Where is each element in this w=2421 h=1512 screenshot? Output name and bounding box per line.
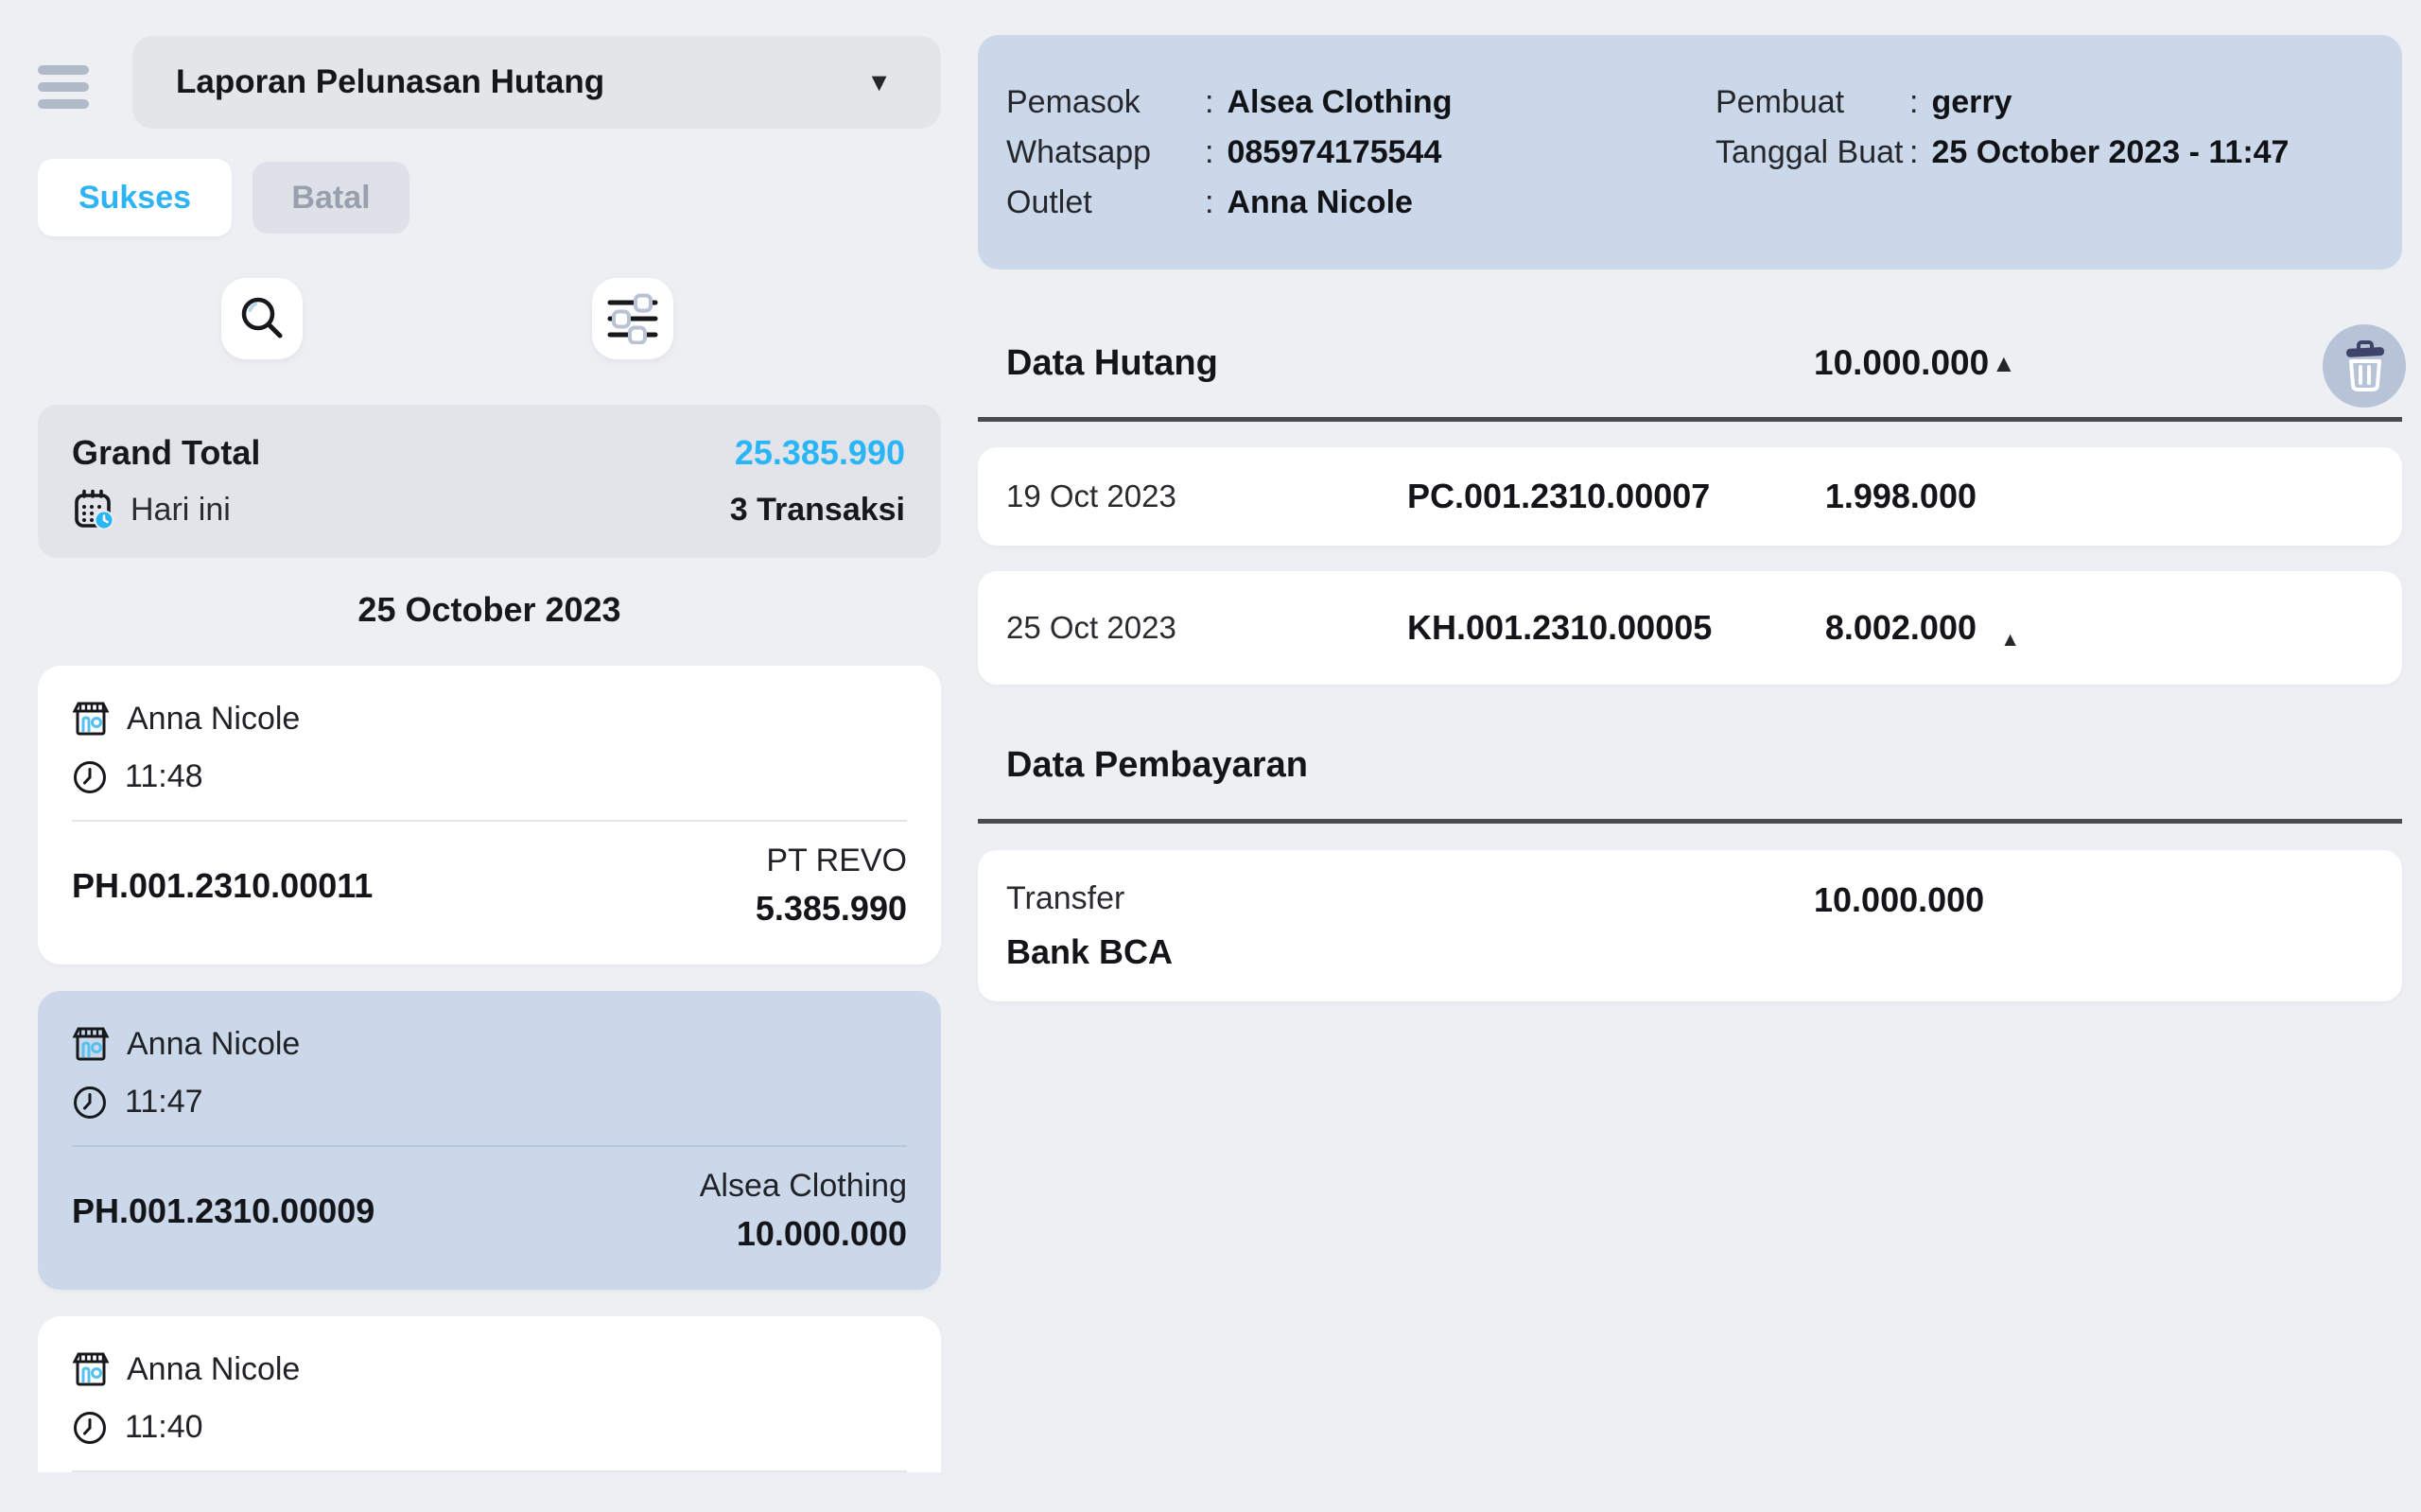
period-row: Hari ini <box>72 488 231 531</box>
payment-row: Transfer Bank BCA 10.000.000 <box>978 850 2402 1001</box>
whatsapp-label: Whatsapp <box>1006 128 1205 178</box>
pemasok-value: Alsea Clothing <box>1227 78 1452 128</box>
pembuat-label: Pembuat <box>1716 78 1909 128</box>
payment-bank: Bank BCA <box>1006 932 1814 972</box>
transaction-code: PH.001.2310.00011 <box>72 866 373 906</box>
report-dropdown-label: Laporan Pelunasan Hutang <box>176 63 604 101</box>
trash-icon <box>2338 339 2391 393</box>
transaction-time: 11:48 <box>125 758 203 795</box>
transaction-code: PH.001.2310.00009 <box>72 1191 374 1231</box>
debt-row[interactable]: 19 Oct 2023 PC.001.2310.00007 1.998.000 <box>978 447 2402 546</box>
transaction-amount: 10.000.000 <box>700 1214 907 1254</box>
debt-code: KH.001.2310.00005 <box>1407 608 1814 648</box>
status-tabs: Sukses Batal <box>38 159 941 236</box>
outlet-name: Anna Nicole <box>127 1026 300 1063</box>
data-pembayaran-title: Data Pembayaran <box>1006 745 1308 786</box>
separator: : <box>1205 178 1213 228</box>
debt-row-expandable[interactable]: 25 Oct 2023 KH.001.2310.00005 8.002.000 … <box>978 571 2402 685</box>
search-icon <box>237 294 287 343</box>
clock-icon <box>72 1085 108 1121</box>
outlet-value: Anna Nicole <box>1227 178 1412 228</box>
outlet-name: Anna Nicole <box>127 701 300 738</box>
expand-arrow-icon[interactable]: ▲ <box>2000 629 2020 652</box>
grand-total-label: Grand Total <box>72 433 260 473</box>
transaction-time: 11:47 <box>125 1084 203 1121</box>
section-divider <box>978 417 2402 422</box>
list-actions <box>38 278 941 359</box>
data-hutang-header: Data Hutang 10.000.000 ▲ <box>978 336 2402 391</box>
transaction-card[interactable]: Anna Nicole 11:40 PH.001.2310.00008 Alse… <box>38 1316 941 1472</box>
grand-total-card: Grand Total 25.385.990 Hari ini 3 <box>38 405 941 558</box>
filter-button[interactable] <box>592 278 673 359</box>
debt-date: 25 Oct 2023 <box>1006 610 1407 646</box>
tab-sukses[interactable]: Sukses <box>38 159 232 236</box>
transaction-card-selected[interactable]: Anna Nicole 11:47 PH.001.2310.00009 Alse… <box>38 991 941 1290</box>
separator: : <box>1909 78 1918 128</box>
debt-date: 19 Oct 2023 <box>1006 478 1407 514</box>
clock-icon <box>72 1410 108 1446</box>
payment-method: Transfer <box>1006 880 1814 917</box>
data-pembayaran-header: Data Pembayaran <box>978 738 2402 792</box>
tab-batal[interactable]: Batal <box>253 162 409 234</box>
separator: : <box>1909 128 1918 178</box>
date-group-header: 25 October 2023 <box>38 590 941 630</box>
collapse-arrow-icon[interactable]: ▲ <box>1992 349 2016 378</box>
section-divider <box>978 819 2402 824</box>
supplier-info-card: Pemasok : Alsea Clothing Whatsapp : 0859… <box>978 35 2402 269</box>
search-button[interactable] <box>221 278 303 359</box>
tanggal-buat-value: 25 October 2023 - 11:47 <box>1931 128 2289 178</box>
payment-amount: 10.000.000 <box>1814 880 1977 920</box>
whatsapp-value: 085974175544 <box>1227 128 1441 178</box>
debt-amount: 8.002.000 ▲ <box>1814 608 1977 648</box>
store-icon <box>72 1350 110 1388</box>
clock-icon <box>72 759 108 795</box>
transaction-time: 11:40 <box>125 1409 203 1446</box>
calendar-clock-icon <box>72 488 115 531</box>
left-header: Laporan Pelunasan Hutang ▼ <box>38 36 941 129</box>
tanggal-buat-label: Tanggal Buat <box>1716 128 1909 178</box>
transaction-party: Alsea Clothing <box>700 1168 907 1205</box>
data-hutang-total: 10.000.000 <box>1814 343 1977 383</box>
report-type-dropdown[interactable]: Laporan Pelunasan Hutang ▼ <box>132 36 941 129</box>
period-label: Hari ini <box>131 492 231 529</box>
pembuat-value: gerry <box>1931 78 2012 128</box>
outlet-label: Outlet <box>1006 178 1205 228</box>
separator: : <box>1205 128 1213 178</box>
separator: : <box>1205 78 1213 128</box>
debt-code: PC.001.2310.00007 <box>1407 477 1814 516</box>
filter-sliders-icon <box>607 293 658 344</box>
chevron-down-icon: ▼ <box>866 68 892 97</box>
outlet-name: Anna Nicole <box>127 1351 300 1388</box>
debt-amount-value: 8.002.000 <box>1825 608 1977 647</box>
delete-button[interactable] <box>2323 324 2406 408</box>
transaction-list-panel: Laporan Pelunasan Hutang ▼ Sukses Batal <box>38 36 941 1472</box>
hamburger-menu-icon[interactable] <box>38 60 93 114</box>
grand-total-amount: 25.385.990 <box>735 433 905 473</box>
transaction-count: 3 Transaksi <box>730 492 905 529</box>
detail-panel: Pemasok : Alsea Clothing Whatsapp : 0859… <box>978 35 2402 1001</box>
transaction-amount: 5.385.990 <box>756 889 907 929</box>
pemasok-label: Pemasok <box>1006 78 1205 128</box>
transaction-card[interactable]: Anna Nicole 11:48 PH.001.2310.00011 PT R… <box>38 666 941 965</box>
debt-amount: 1.998.000 <box>1814 477 1977 516</box>
store-icon <box>72 1025 110 1063</box>
transaction-party: PT REVO <box>756 843 907 879</box>
store-icon <box>72 700 110 738</box>
data-hutang-title: Data Hutang <box>1006 343 1218 384</box>
